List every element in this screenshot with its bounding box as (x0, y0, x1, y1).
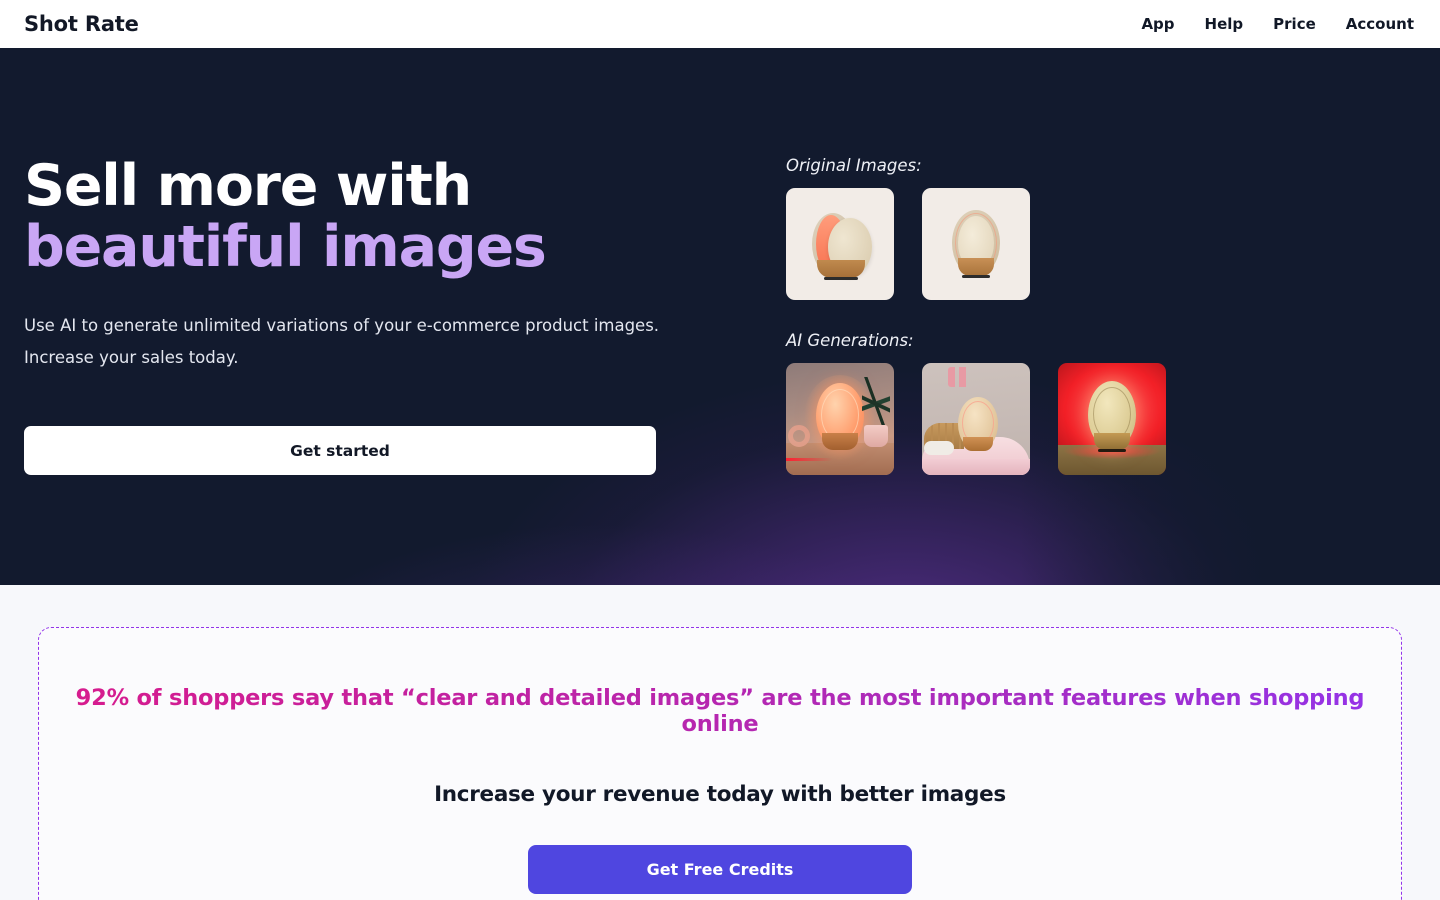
promo-callout-box: 92% of shoppers say that “clear and deta… (38, 627, 1402, 900)
plant-pot-icon (864, 425, 888, 447)
nav-link-app[interactable]: App (1141, 15, 1174, 33)
pillow-icon (924, 441, 954, 455)
lamp-feet-icon (824, 277, 858, 280)
wall-art-icon (948, 367, 974, 387)
showcase-spacer (786, 300, 1166, 331)
ai-generation-thumbnail-2[interactable] (922, 363, 1030, 475)
nav-link-help[interactable]: Help (1205, 15, 1244, 33)
red-light-streak-icon (786, 458, 832, 461)
promo-section: 92% of shoppers say that “clear and deta… (0, 585, 1440, 900)
lamp-base-icon (817, 260, 865, 278)
lamp-base-icon (963, 437, 993, 451)
hero-content: Sell more with beautiful images Use AI t… (0, 48, 1440, 585)
promo-statistic-text: 92% of shoppers say that “clear and deta… (39, 685, 1401, 737)
lamp-feet-icon (1098, 449, 1126, 452)
page-title: Sell more with beautiful images (24, 156, 724, 278)
lamp-base-icon (1094, 433, 1130, 450)
ai-generation-thumbnail-3[interactable] (1058, 363, 1166, 475)
decor-object-icon (788, 425, 810, 447)
nav-link-price[interactable]: Price (1273, 15, 1316, 33)
site-header: Shot Rate App Help Price Account (0, 0, 1440, 48)
main-navigation: App Help Price Account (1141, 15, 1414, 33)
nav-link-account[interactable]: Account (1346, 15, 1414, 33)
original-image-thumbnail-2[interactable] (922, 188, 1030, 300)
headline-line-one: Sell more with (24, 153, 472, 219)
blanket-icon (922, 459, 1030, 475)
promo-cta-container: Get Free Credits (39, 845, 1401, 894)
original-images-label: Original Images: (786, 156, 922, 175)
lamp-feet-icon (962, 275, 990, 278)
promo-subheading: Increase your revenue today with better … (434, 782, 1006, 807)
hero-subheading: Use AI to generate unlimited variations … (24, 316, 660, 367)
ai-generations-label: AI Generations: (786, 331, 914, 350)
brand-logo[interactable]: Shot Rate (24, 12, 139, 36)
ai-generations-row (786, 363, 1166, 475)
hero-section: Sell more with beautiful images Use AI t… (0, 48, 1440, 585)
original-images-row (786, 188, 1166, 300)
lamp-base-icon (958, 258, 994, 276)
ai-generation-thumbnail-1[interactable] (786, 363, 894, 475)
get-started-button[interactable]: Get started (24, 426, 656, 475)
headline-line-two: beautiful images (24, 214, 547, 280)
get-free-credits-button[interactable]: Get Free Credits (528, 845, 912, 894)
hero-copy-block: Sell more with beautiful images Use AI t… (24, 156, 724, 475)
original-image-thumbnail-1[interactable] (786, 188, 894, 300)
image-showcase: Original Images: AI Generations: (786, 156, 1166, 475)
lamp-base-icon (822, 433, 858, 450)
